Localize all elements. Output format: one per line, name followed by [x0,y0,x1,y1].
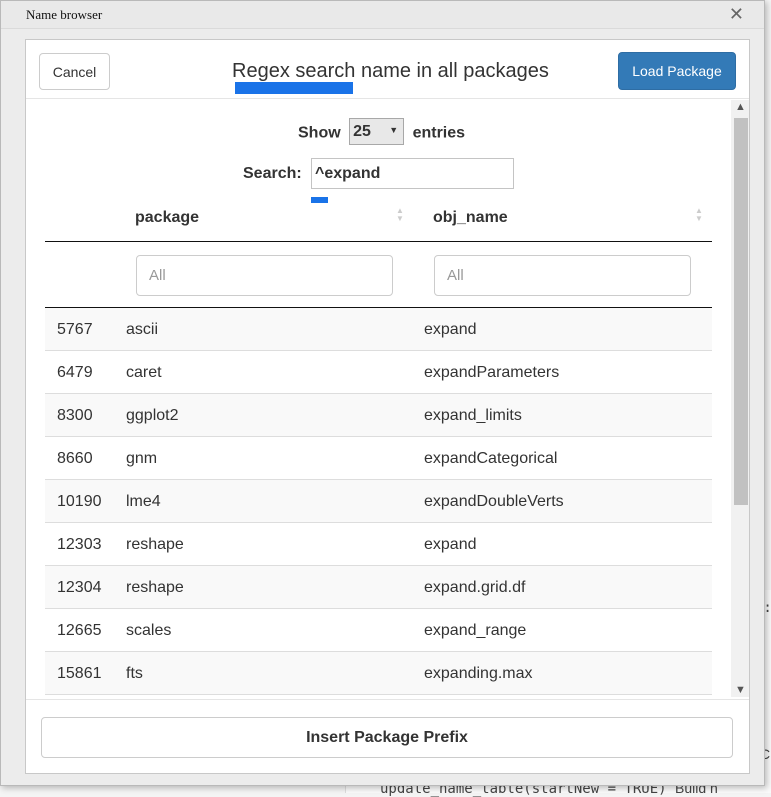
row-id-cell: 10190 [57,493,102,510]
table-row[interactable]: 8660 gnm expandCategorical [45,437,712,480]
obj-name-cell: expandCategorical [424,450,558,467]
insert-package-prefix-button[interactable]: Insert Package Prefix [41,717,733,758]
row-id-cell: 6479 [57,364,93,381]
column-header-package[interactable]: package [135,209,199,227]
close-icon[interactable]: ✕ [729,4,744,25]
obj-name-cell: expand_range [424,622,527,639]
package-cell: scales [126,622,172,639]
show-label: Show [298,124,341,142]
scroll-down-icon[interactable]: ▼ [735,684,746,696]
table-row[interactable]: 5767 ascii expand [45,308,712,351]
package-cell: ggplot2 [126,407,179,424]
table-row[interactable]: 6479 caret expandParameters [45,351,712,394]
row-id-cell: 8660 [57,450,93,467]
package-cell: caret [126,364,162,381]
scrollbar-thumb[interactable] [734,118,748,505]
dialog-footer: Insert Package Prefix [26,699,749,773]
page-length-select[interactable]: 25 ▼ [349,118,405,145]
search-label: Search: [243,165,302,182]
table-row[interactable]: 12303 reshape expand [45,523,712,566]
page-length-value: 25 [353,123,371,140]
package-cell: fts [126,665,143,682]
table-row[interactable]: 12665 scales expand_range [45,609,712,652]
table-header: package ▲ ▼ obj_name ▲ ▼ [45,199,712,242]
obj-name-cell: expand_limits [424,407,522,424]
dialog-title: Regex search name in all packages [232,60,549,82]
obj-name-filter-input[interactable] [434,255,691,296]
column-filter-row [45,242,712,308]
table-body: 5767 ascii expand 6479 caret expandParameters… [45,308,712,695]
row-id-cell: 15861 [57,665,102,682]
scroll-up-icon[interactable]: ▲ [735,101,746,113]
table-row[interactable]: 12304 reshape expand.grid.df [45,566,712,609]
row-id-cell: 12665 [57,622,102,639]
window-titlebar: Name browser ✕ [1,1,764,29]
obj-name-cell: expand [424,321,477,338]
column-header-obj-name[interactable]: obj_name [433,209,508,227]
package-cell: reshape [126,579,184,596]
row-id-cell: 12303 [57,536,102,553]
entries-label: entries [412,124,466,142]
package-filter-input[interactable] [136,255,393,296]
chevron-down-icon: ▼ [389,125,399,135]
table-row[interactable]: 15861 fts expanding.max [45,652,712,695]
sort-icon[interactable]: ▲ ▼ [695,207,703,223]
search-input[interactable] [311,158,514,189]
row-id-cell: 12304 [57,579,102,596]
obj-name-cell: expand.grid.df [424,579,526,596]
package-cell: gnm [126,450,158,467]
table-row[interactable]: 8300 ggplot2 expand_limits [45,394,712,437]
package-cell: ascii [126,321,159,338]
obj-name-cell: expandParameters [424,364,560,381]
name-browser-window: Name browser ✕ Cancel Regex search name … [0,0,765,786]
cancel-button[interactable]: Cancel [39,53,110,90]
title-highlight-marker [235,82,353,94]
sort-icon[interactable]: ▲ ▼ [396,207,404,223]
table-row[interactable]: 10190 lme4 expandDoubleVerts [45,480,712,523]
dialog-body[interactable]: Show 25 ▼ entries Search: package ▲▼ obj… [26,100,731,697]
regex-search-dialog: Cancel Regex search name in all packages… [25,39,750,774]
window-title: Name browser [26,7,103,22]
row-id-cell: 8300 [57,407,93,424]
obj-name-cell: expanding.max [424,665,533,682]
obj-name-cell: expand [424,536,477,553]
dialog-header: Cancel Regex search name in all packages… [26,40,749,99]
row-id-cell: 5767 [57,321,93,338]
package-cell: reshape [126,536,184,553]
package-cell: lme4 [126,493,161,510]
vertical-scrollbar[interactable]: ▲ ▼ [731,100,749,697]
obj-name-cell: expandDoubleVerts [424,493,564,510]
page-length-control: Show 25 ▼ entries [298,118,466,147]
load-package-button[interactable]: Load Package [618,52,736,90]
